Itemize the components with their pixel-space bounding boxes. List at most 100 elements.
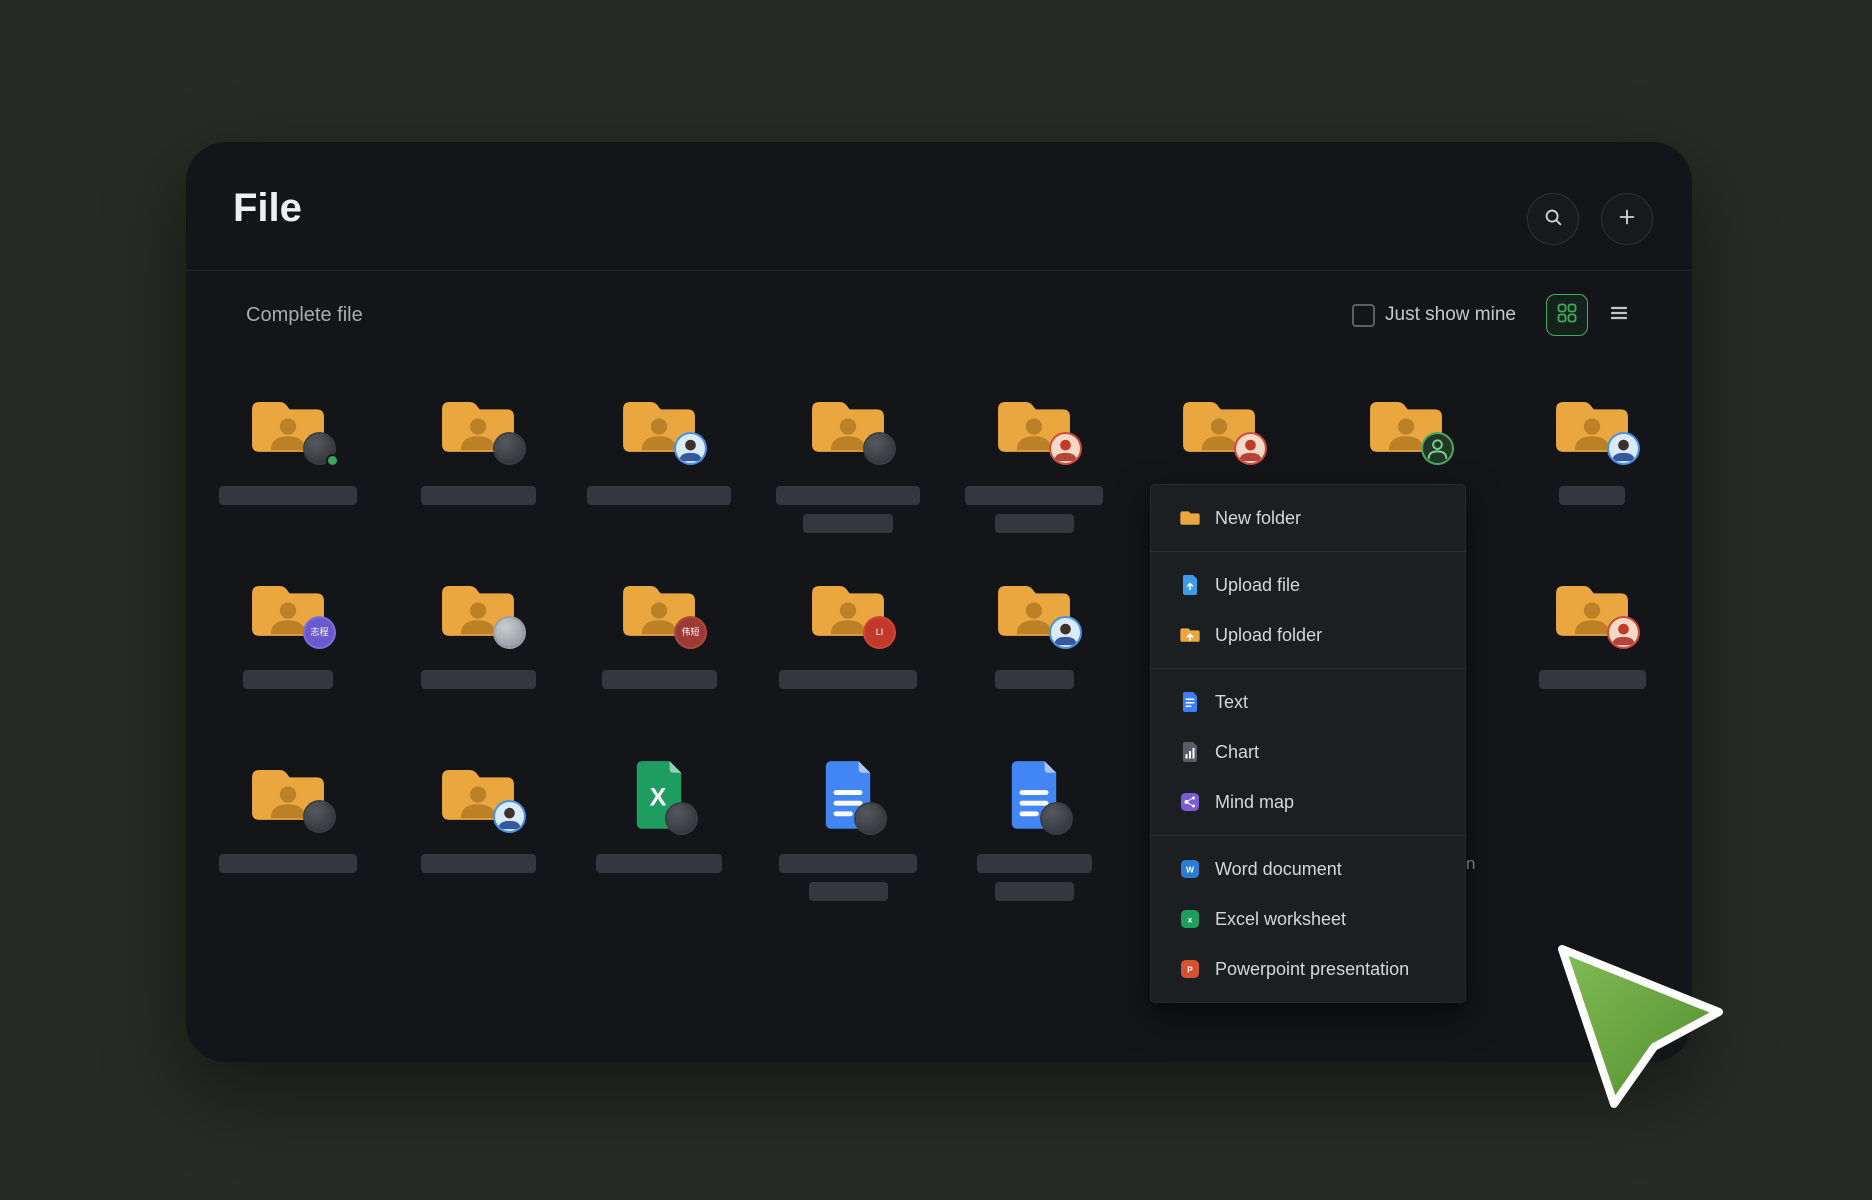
folder-item[interactable]: [208, 386, 368, 505]
menu-item-text[interactable]: Text: [1151, 677, 1465, 727]
folder-item[interactable]: 志程: [208, 570, 368, 689]
svg-text:X: X: [650, 784, 667, 812]
gray-avatar: [495, 618, 524, 647]
folder-item[interactable]: [1139, 386, 1299, 486]
skeleton-text-bar: [587, 486, 731, 505]
zhicheng-avatar: 志程: [305, 618, 334, 647]
doc-icon: [768, 754, 928, 834]
weiduan-avatar: 伟短: [676, 618, 705, 647]
folder-item[interactable]: [954, 386, 1114, 533]
folder-item[interactable]: [768, 386, 928, 533]
doc-icon: [954, 754, 1114, 834]
menu-item-word-document[interactable]: WWord document: [1151, 844, 1465, 894]
avatar-initials: 志程: [310, 628, 328, 637]
doc-item[interactable]: [954, 754, 1114, 901]
folder-icon: [954, 570, 1114, 650]
skeleton-text-bar: [995, 514, 1074, 533]
menu-item-powerpoint-presentation[interactable]: PPowerpoint presentation: [1151, 944, 1465, 994]
skeleton-text-bar: [995, 882, 1074, 901]
folder-yellow-icon: [1179, 509, 1201, 527]
skeleton-text-bar: [779, 854, 917, 873]
folder-icon: [579, 386, 739, 466]
globe-avatar: [865, 434, 894, 463]
skeleton-text-bar: [602, 670, 717, 689]
folder-icon: [1326, 386, 1486, 466]
globe-avatar: [856, 804, 885, 833]
boy-avatar: [1609, 434, 1638, 463]
folder-item[interactable]: [579, 386, 739, 505]
text-doc-icon: [1179, 691, 1201, 713]
svg-text:x: x: [1188, 915, 1193, 925]
menu-item-upload-file[interactable]: Upload file: [1151, 560, 1465, 610]
folder-item[interactable]: 伟短: [579, 570, 739, 689]
folder-item[interactable]: LI: [768, 570, 928, 689]
folder-icon: [1512, 386, 1672, 466]
menu-item-label: Chart: [1215, 742, 1259, 763]
member-avatar: [1423, 434, 1452, 463]
chart-icon: [1179, 741, 1201, 763]
skeleton-text-bar: [421, 486, 536, 505]
menu-group: Text Chart Mind map: [1151, 668, 1465, 835]
avatar-initials: LI: [876, 628, 884, 637]
folder-item[interactable]: [398, 754, 558, 873]
skeleton-text-bar: [421, 854, 536, 873]
folder-icon: [768, 386, 928, 466]
skeleton-text-bar: [1539, 670, 1646, 689]
menu-item-excel-worksheet[interactable]: xExcel worksheet: [1151, 894, 1465, 944]
globe-avatar: [495, 434, 524, 463]
folder-icon: 伟短: [579, 570, 739, 650]
menu-item-label: Mind map: [1215, 792, 1294, 813]
girl-avatar: [1236, 434, 1265, 463]
skeleton-text-bar: [965, 486, 1103, 505]
skeleton-text-bar: [421, 670, 536, 689]
skeleton-text-bar: [596, 854, 722, 873]
excel-icon: x: [1179, 909, 1201, 929]
folder-item[interactable]: [398, 570, 558, 689]
skeleton-text-bar: [219, 854, 357, 873]
menu-item-label: Upload file: [1215, 575, 1300, 596]
skeleton-text-bar: [995, 670, 1074, 689]
excel-item[interactable]: X: [579, 754, 739, 873]
boy-avatar: [1051, 618, 1080, 647]
folder-icon: [208, 386, 368, 466]
menu-item-chart[interactable]: Chart: [1151, 727, 1465, 777]
avatar-initials: 伟短: [681, 628, 699, 637]
doc-item[interactable]: [768, 754, 928, 901]
folder-item[interactable]: [1512, 386, 1672, 505]
file-grid: 志程 伟短 LI X: [186, 142, 1692, 1062]
menu-item-label: Text: [1215, 692, 1248, 713]
folder-item[interactable]: [208, 754, 368, 873]
globe-avatar: [1042, 804, 1071, 833]
folder-icon: [398, 570, 558, 650]
menu-item-upload-folder[interactable]: Upload folder: [1151, 610, 1465, 660]
globe-avatar: [667, 804, 696, 833]
partial-hidden-label: n: [1466, 854, 1475, 874]
folder-item[interactable]: [1512, 570, 1672, 689]
menu-group: WWord document xExcel worksheet PPowerpo…: [1151, 835, 1465, 1002]
skeleton-text-bar: [779, 670, 917, 689]
word-icon: W: [1179, 859, 1201, 879]
folder-icon: [1139, 386, 1299, 466]
menu-item-new-folder[interactable]: New folder: [1151, 493, 1465, 543]
folder-icon: [208, 754, 368, 834]
menu-item-mind-map[interactable]: Mind map: [1151, 777, 1465, 827]
folder-item[interactable]: [398, 386, 558, 505]
skeleton-text-bar: [809, 882, 888, 901]
menu-item-label: Upload folder: [1215, 625, 1322, 646]
file-manager-window: File Complete file Just show mine: [186, 142, 1692, 1062]
girl-avatar: [1051, 434, 1080, 463]
upload-file-icon: [1179, 574, 1201, 596]
folder-icon: [954, 386, 1114, 466]
svg-text:P: P: [1187, 965, 1193, 975]
li-avatar: LI: [865, 618, 894, 647]
skeleton-text-bar: [977, 854, 1092, 873]
svg-text:W: W: [1186, 865, 1195, 875]
folder-icon: 志程: [208, 570, 368, 650]
girl-avatar: [1609, 618, 1638, 647]
menu-group: New folder: [1151, 485, 1465, 551]
folder-item[interactable]: [954, 570, 1114, 689]
skeleton-text-bar: [243, 670, 333, 689]
skeleton-text-bar: [1559, 486, 1625, 505]
folder-item[interactable]: [1326, 386, 1486, 486]
menu-group: Upload file Upload folder: [1151, 551, 1465, 668]
